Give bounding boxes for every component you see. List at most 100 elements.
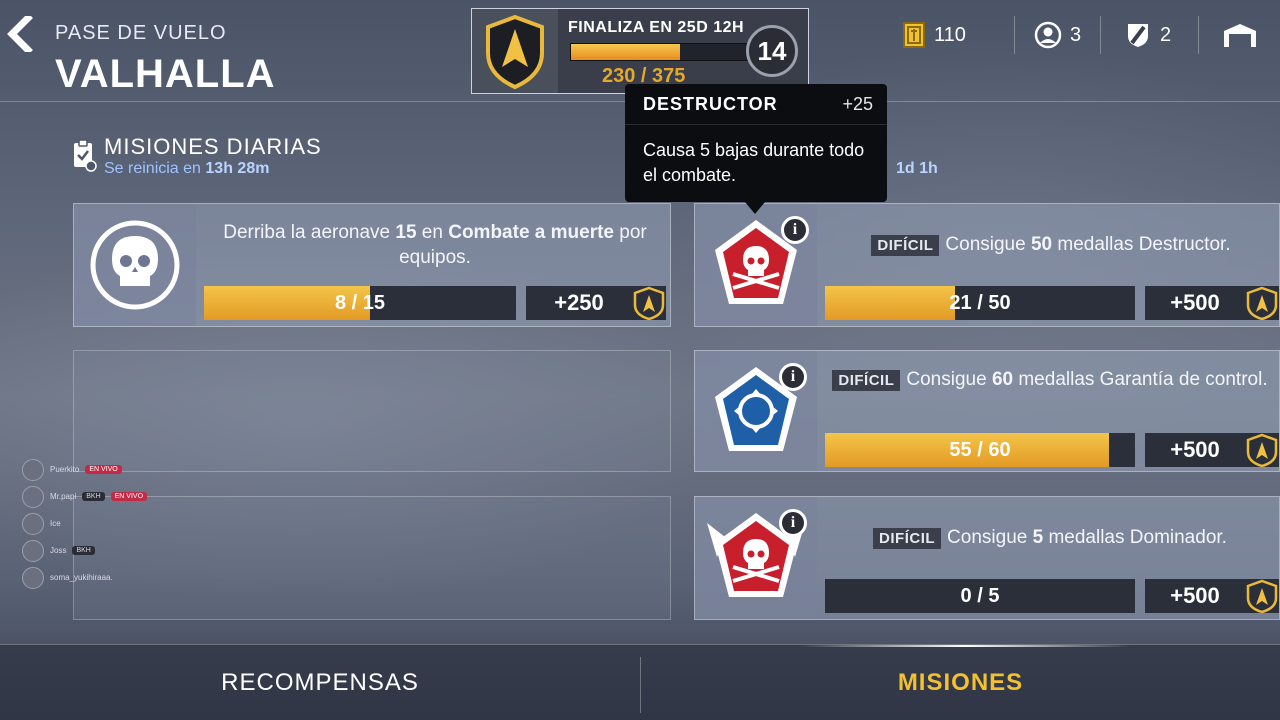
live-tag: EN VIVO [110,492,148,501]
skull-icon [90,220,180,310]
pass-progress-fill [571,44,681,60]
gold-ticket-currency[interactable]: 110 [902,20,966,50]
weekly-reward: +500 [1145,433,1279,467]
clipboard-icon [74,139,97,172]
avatar [22,458,44,481]
avatar [22,566,44,589]
avatar [22,485,44,508]
daily-progress-text: 8 / 15 [334,291,386,314]
viewer-name: Ice [50,519,61,528]
live-viewer-row: Puerkito EN VIVO [22,456,202,483]
flight-pass-panel[interactable]: FINALIZA EN 25D 12H 230 / 375 14 [471,8,809,94]
daily-reset-prefix: Se reinicia en [104,160,201,177]
avatar [22,539,44,562]
pass-ends-label: FINALIZA EN 25D 12H [568,19,745,36]
difficulty-tag: DIFÍCIL [832,370,901,391]
bottom-tab-bar: RECOMPENSAS MISIONES [0,644,1280,720]
info-button[interactable]: i [779,363,807,391]
live-viewer-row: Mr.papi BKH EN VIVO [22,483,202,510]
header-divider [1198,16,1199,54]
live-viewer-row: Joss BKH [22,537,202,564]
weekly-mission-card[interactable]: i DIFÍCIL Consigue 5 medallas Dominador. … [694,496,1280,620]
mission-text-part: 60 [991,369,1014,390]
medal-tooltip: DESTRUCTOR +25 Causa 5 bajas durante tod… [625,84,887,214]
weekly-mission-text: DIFÍCIL Consigue 5 medallas Dominador. [825,525,1275,551]
mission-text-part: Consigue [945,234,1031,255]
tooltip-divider [625,124,887,125]
shield-count: 2 [1160,23,1172,46]
difficulty-tag: DIFÍCIL [873,528,942,549]
breadcrumb: PASE DE VUELO [55,22,227,44]
header-divider [1100,16,1101,54]
weekly-mission-text: DIFÍCIL Consigue 50 medallas Destructor. [821,232,1280,258]
live-tag: EN VIVO [85,465,122,474]
tab-rewards[interactable]: RECOMPENSAS [0,645,640,720]
weekly-progress-text: 55 / 60 [949,438,1011,461]
tooltip-body: Causa 5 bajas durante todo el combate. [643,140,865,185]
weekly-reward: +500 [1145,286,1279,320]
weekly-reward-amount: +500 [1170,437,1220,462]
user-currency[interactable]: 3 [1034,20,1081,50]
user-count: 3 [1070,23,1082,46]
weekly-progress-text: 21 / 50 [949,291,1011,314]
daily-mission-card[interactable]: Derriba la aeronave 15 en Combate a muer… [73,203,671,327]
viewer-name: Mr.papi [50,492,77,501]
hangar-icon [1224,24,1256,47]
live-viewer-row: soma_yukihiraaa. [22,564,202,591]
hangar-button[interactable] [1222,20,1258,50]
clan-badge: BKH [72,546,95,555]
mission-text-part: medallas Garantía de control. [1013,369,1268,390]
mission-text-part: Consigue [947,527,1033,548]
difficulty-tag: DIFÍCIL [871,235,940,256]
weekly-mission-card[interactable]: i DIFÍCIL Consigue 60 medallas Garantía d… [694,350,1280,472]
shield-emblem-icon [486,14,544,90]
user-circle-icon [1034,21,1062,49]
viewer-name: Joss [50,546,67,555]
mission-text-part: medallas Destructor. [1052,234,1231,255]
daily-reset-time: 13h 28m [205,160,270,177]
weekly-mission-card[interactable]: i DIFÍCIL Consigue 50 medallas Destructor… [694,203,1280,327]
weekly-progress-text: 0 / 5 [960,584,1000,607]
mission-text-part: Combate a muerte [448,222,615,243]
tooltip-amount: +25 [842,94,873,114]
weekly-reset-timer: 1d 1h [896,160,938,178]
mission-text-part: 5 [1032,527,1044,548]
weekly-mission-text: DIFÍCIL Consigue 60 medallas Garantía de … [825,367,1275,393]
info-button[interactable]: i [781,216,809,244]
daily-reward: +250 [526,286,666,320]
pass-xp-icon [633,286,665,320]
pass-xp-icon [1246,579,1278,613]
mission-text-part: 50 [1030,234,1053,255]
gold-ticket-count: 110 [934,23,966,46]
mission-text-part: 15 [395,222,417,243]
weekly-progress-bar: 0 / 5 [825,579,1135,613]
shield-currency[interactable]: 2 [1124,20,1171,50]
weekly-reward-amount: +500 [1170,290,1220,315]
weekly-progress-bar: 55 / 60 [825,433,1135,467]
header-divider [1014,16,1015,54]
weekly-reset-time: 1d 1h [896,160,938,177]
mission-icon-area [74,204,196,326]
avatar [22,512,44,535]
weekly-reward-amount: +500 [1170,583,1220,608]
pass-progress-bar [570,43,750,61]
live-viewers-overlay: Puerkito EN VIVO Mr.papi BKH EN VIVO Ice… [22,456,202,591]
info-button[interactable]: i [779,509,807,537]
chevron-left-icon [7,13,33,55]
pass-xp-icon [1246,286,1278,320]
pass-xp-icon [1246,433,1278,467]
gold-ticket-icon [903,22,925,48]
daily-missions-title: MISIONES DIARIAS [104,134,322,159]
shield-badge-icon [1128,24,1148,47]
back-button[interactable] [6,13,36,55]
mission-text-part: medallas Dominador. [1043,527,1227,548]
weekly-progress-bar: 21 / 50 [825,286,1135,320]
live-viewer-row: Ice [22,510,202,537]
viewer-name: Puerkito [50,465,80,474]
tab-missions[interactable]: MISIONES [641,645,1280,720]
empty-mission-slot [73,350,671,472]
daily-mission-text: Derriba la aeronave 15 en Combate a muer… [200,220,670,270]
pass-emblem [472,9,558,93]
viewer-name: soma_yukihiraaa. [50,573,113,582]
weekly-reward: +500 [1145,579,1279,613]
